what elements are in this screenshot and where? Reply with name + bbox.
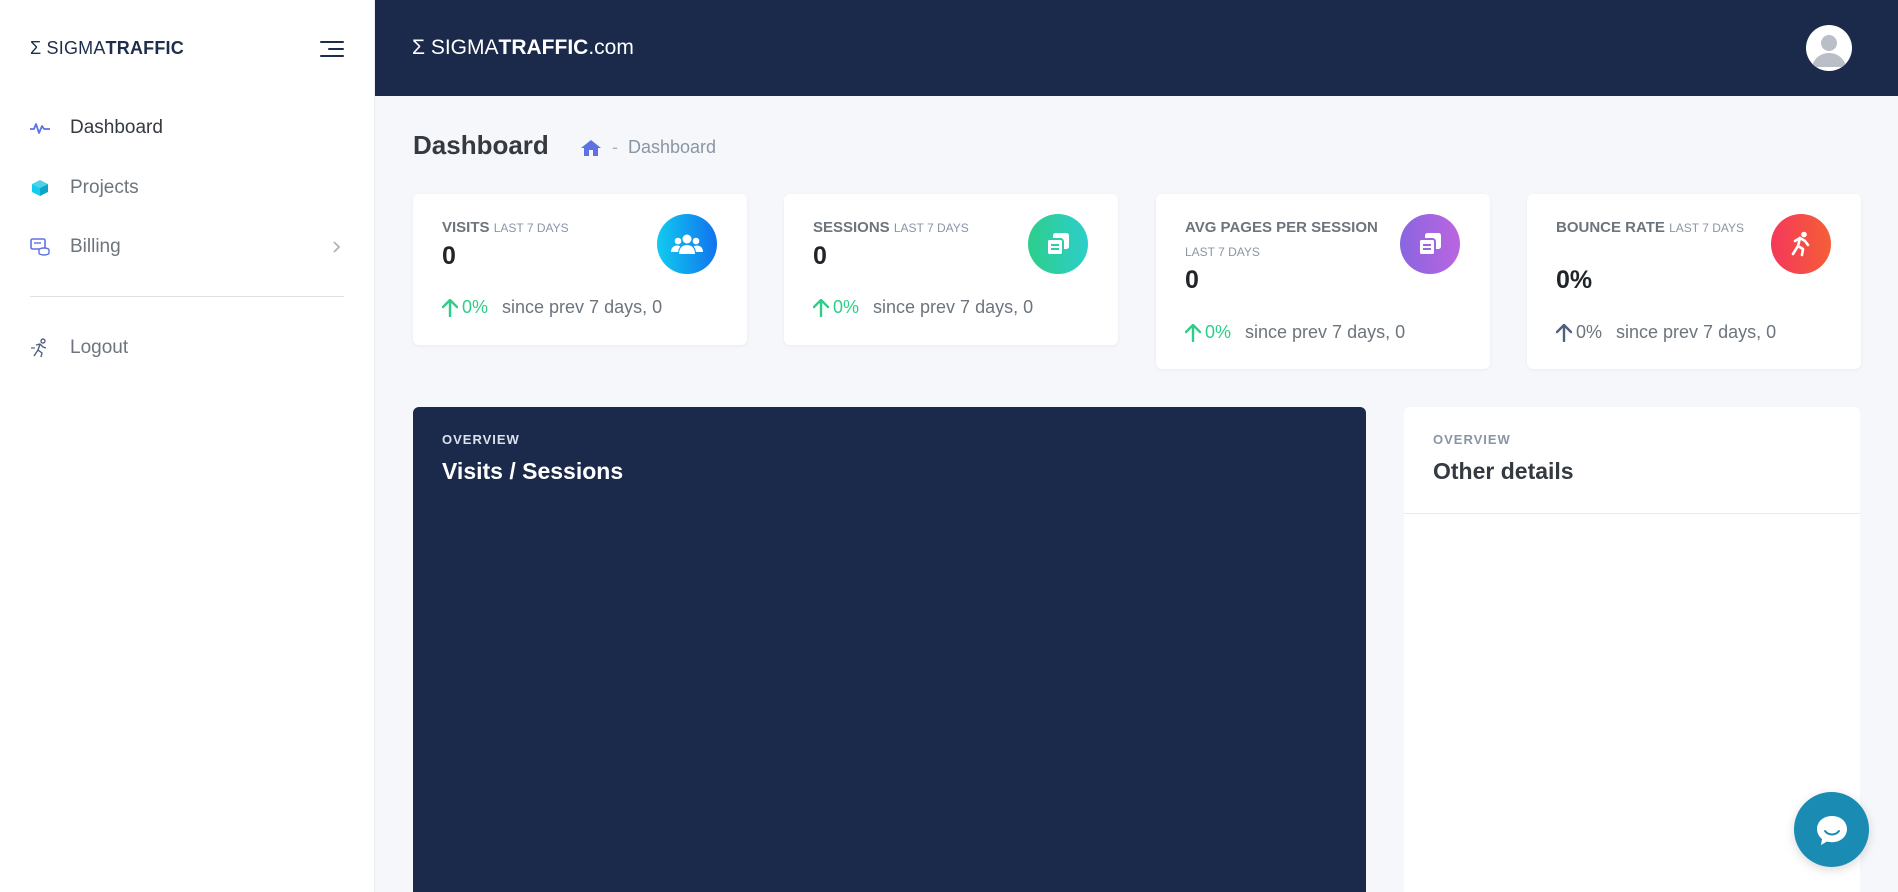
brand-bold-text: TRAFFIC <box>498 36 589 59</box>
panel-divider <box>1404 513 1860 514</box>
stat-since: since prev 7 days, 0 <box>873 297 1034 317</box>
copy-icon <box>1046 233 1069 256</box>
panel-eyebrow: OVERVIEW <box>1433 432 1511 447</box>
brand-light-text: SIGMA <box>430 36 499 59</box>
arrow-up-icon <box>442 298 458 317</box>
brand-light-text: SIGMA <box>46 38 106 58</box>
sidebar-item-label: Logout <box>70 337 129 358</box>
panel-title: Other details <box>1433 458 1574 484</box>
arrow-up-icon <box>1185 323 1201 342</box>
stat-card-visits: VISITS LAST 7 DAYS 0 0% since prev 7 day… <box>413 194 747 345</box>
stat-change: 0% <box>462 297 489 317</box>
home-icon[interactable] <box>580 138 602 158</box>
sigma-glyph: Σ <box>30 38 42 58</box>
stat-value: 0 <box>813 242 827 270</box>
chat-widget-button[interactable] <box>1794 792 1869 867</box>
stat-title: AVG PAGES PER SESSION LAST 7 DAYS <box>1185 219 1378 259</box>
topbar-brand-logo[interactable]: Σ SIGMATRAFFIC.com <box>412 36 634 60</box>
billing-icon <box>30 237 50 257</box>
sidebar-item-dashboard[interactable]: Dashboard <box>30 110 346 146</box>
sidebar-divider <box>30 296 344 297</box>
brand-bold-text: TRAFFIC <box>105 38 184 58</box>
user-silhouette-icon <box>1812 35 1846 67</box>
sidebar-item-projects[interactable]: Projects <box>30 170 346 206</box>
stat-value: 0% <box>1556 266 1593 294</box>
stat-icon-circle <box>657 214 717 274</box>
stat-icon-circle <box>1028 214 1088 274</box>
panel-title: Visits / Sessions <box>442 458 624 484</box>
brand-suffix-text: .com <box>588 36 634 59</box>
sidebar-item-label: Billing <box>70 236 121 257</box>
chat-bubble-icon <box>1816 815 1847 845</box>
stat-footer: 0% since prev 7 days, 0 <box>1185 322 1405 343</box>
sidebar: Σ SIGMATRAFFIC Dashboard Projects Billin… <box>0 0 375 892</box>
sidebar-item-logout[interactable]: Logout <box>30 330 346 366</box>
stat-change: 0% <box>1576 322 1603 342</box>
stat-change: 0% <box>833 297 860 317</box>
stat-card-sessions: SESSIONS LAST 7 DAYS 0 0% since prev 7 d… <box>784 194 1118 345</box>
sigma-glyph: Σ <box>412 36 425 59</box>
stat-icon-circle <box>1771 214 1831 274</box>
sidebar-item-label: Projects <box>70 177 139 198</box>
copy-icon <box>1418 233 1441 256</box>
stat-value: 0 <box>442 242 456 270</box>
sidebar-toggle-menu-icon[interactable] <box>320 38 344 60</box>
stat-card-avg-pages: AVG PAGES PER SESSION LAST 7 DAYS 0 0% s… <box>1156 194 1490 369</box>
stat-footer: 0% since prev 7 days, 0 <box>813 297 1033 318</box>
user-avatar[interactable] <box>1806 25 1852 71</box>
arrow-up-icon <box>1556 323 1572 342</box>
top-navbar: Σ SIGMATRAFFIC.com <box>375 0 1898 96</box>
stat-since: since prev 7 days, 0 <box>1616 322 1777 342</box>
stat-title: SESSIONS LAST 7 DAYS <box>813 219 969 236</box>
arrow-up-icon <box>813 298 829 317</box>
sidebar-item-billing[interactable]: Billing <box>30 229 346 265</box>
stat-change: 0% <box>1205 322 1232 342</box>
stat-title: BOUNCE RATE LAST 7 DAYS <box>1556 219 1744 236</box>
visits-sessions-panel: OVERVIEW Visits / Sessions <box>413 407 1366 892</box>
pulse-icon <box>30 118 50 138</box>
users-icon <box>671 234 703 254</box>
stat-value: 0 <box>1185 266 1199 294</box>
breadcrumb: - Dashboard <box>580 137 716 158</box>
breadcrumb-separator: - <box>612 137 618 157</box>
stat-since: since prev 7 days, 0 <box>1245 322 1406 342</box>
page-title: Dashboard <box>413 130 549 160</box>
cube-icon <box>30 178 50 198</box>
stat-title: VISITS LAST 7 DAYS <box>442 219 569 236</box>
stat-footer: 0% since prev 7 days, 0 <box>442 297 662 318</box>
sidebar-brand-logo[interactable]: Σ SIGMATRAFFIC <box>30 38 184 59</box>
stat-footer: 0% since prev 7 days, 0 <box>1556 322 1776 343</box>
stat-icon-circle <box>1400 214 1460 274</box>
runner-icon <box>30 338 50 358</box>
breadcrumb-current: Dashboard <box>628 137 717 157</box>
stat-since: since prev 7 days, 0 <box>502 297 663 317</box>
panel-eyebrow: OVERVIEW <box>442 432 520 447</box>
chevron-right-icon <box>333 241 341 253</box>
running-icon <box>1791 231 1810 257</box>
other-details-panel: OVERVIEW Other details <box>1404 407 1860 892</box>
sidebar-item-label: Dashboard <box>70 117 163 138</box>
stat-card-bounce-rate: BOUNCE RATE LAST 7 DAYS 0% 0% since prev… <box>1527 194 1861 369</box>
